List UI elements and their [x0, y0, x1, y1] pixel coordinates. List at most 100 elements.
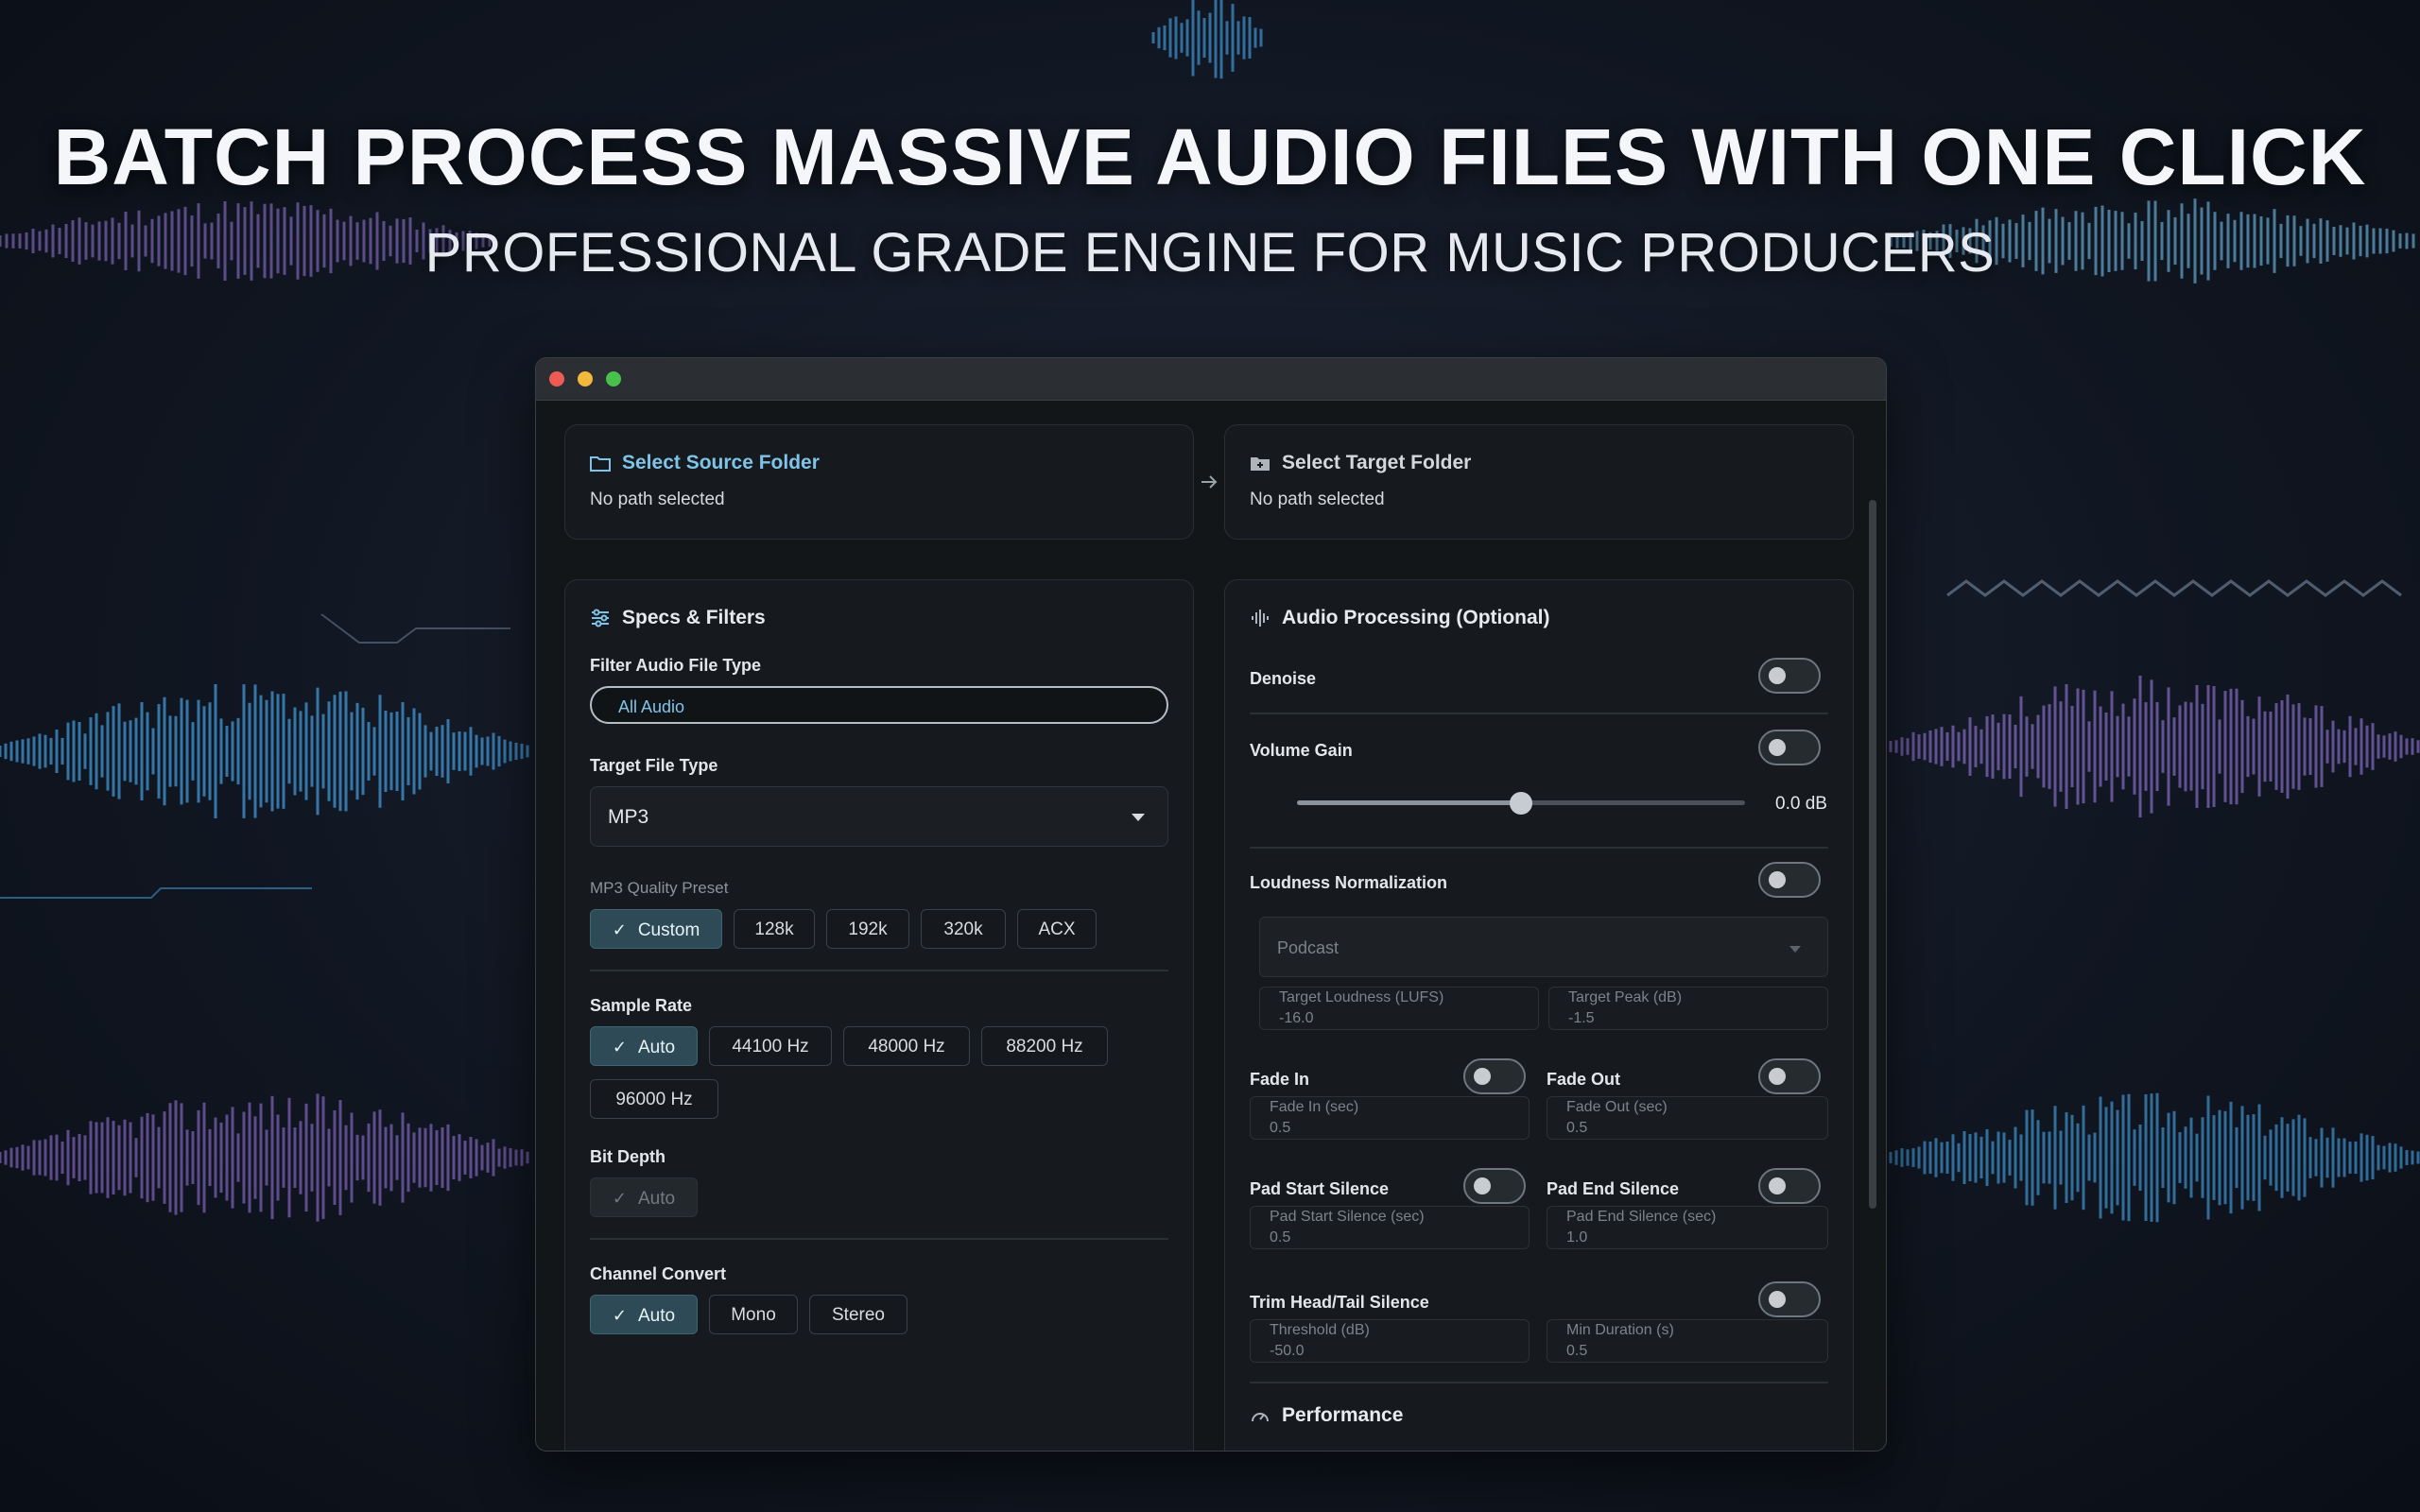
pad-start-label: Pad Start Silence — [1250, 1179, 1390, 1198]
minimize-window-button[interactable] — [578, 371, 593, 387]
target-folder-button[interactable]: Select Target Folder — [1250, 452, 1471, 474]
toggle-knob — [1769, 871, 1786, 888]
sample-rate-chip-48000[interactable]: 48000 Hz — [843, 1026, 970, 1066]
threshold-field[interactable]: Threshold (dB) -50.0 — [1250, 1319, 1530, 1363]
trim-silence-label: Trim Head/Tail Silence — [1250, 1293, 1429, 1312]
waveform-icon — [1252, 610, 1269, 627]
field-value: 0.5 — [1270, 1229, 1291, 1246]
maximize-window-button[interactable] — [606, 371, 621, 387]
filter-type-label: Filter Audio File Type — [590, 656, 762, 675]
source-folder-card[interactable]: Select Source Folder No path selected — [564, 424, 1194, 540]
volume-value: 0.0 dB — [1775, 794, 1827, 814]
chevron-down-icon — [1132, 814, 1145, 821]
channel-convert-label: Channel Convert — [590, 1264, 727, 1283]
app-window: Select Source Folder No path selected Se… — [535, 357, 1887, 1452]
chip-label: Auto — [638, 1306, 676, 1326]
sliders-icon — [592, 609, 609, 627]
target-folder-card[interactable]: Select Target Folder No path selected — [1224, 424, 1854, 540]
audio-processing-title: Audio Processing (Optional) — [1250, 607, 1550, 629]
toggle-knob — [1769, 667, 1786, 684]
target-peak-field[interactable]: Target Peak (dB) -1.5 — [1548, 987, 1828, 1030]
specs-filters-card: Specs & Filters Filter Audio File Type A… — [564, 579, 1194, 1451]
pad-end-toggle[interactable] — [1758, 1168, 1821, 1204]
pad-start-toggle[interactable] — [1463, 1168, 1526, 1204]
target-path: No path selected — [1250, 490, 1385, 509]
source-path: No path selected — [590, 490, 725, 509]
target-folder-label: Select Target Folder — [1282, 452, 1472, 473]
divider — [1250, 713, 1828, 714]
filter-type-input[interactable]: All Audio — [590, 686, 1168, 724]
chip-label: Custom — [637, 920, 700, 940]
chip-label: Auto — [638, 1038, 676, 1057]
loudness-preset-value: Podcast — [1277, 938, 1340, 957]
source-folder-button[interactable]: Select Source Folder — [590, 452, 820, 474]
quality-chip-192k[interactable]: 192k — [826, 909, 909, 949]
field-label: Target Peak (dB) — [1568, 989, 1683, 1005]
fade-out-field[interactable]: Fade Out (sec) 0.5 — [1547, 1096, 1828, 1140]
quality-chip-acx[interactable]: ACX — [1017, 909, 1097, 949]
target-type-select[interactable]: MP3 — [590, 786, 1168, 847]
field-label: Pad End Silence (sec) — [1566, 1209, 1717, 1225]
arrow-right-icon — [1201, 475, 1218, 489]
loudness-label: Loudness Normalization — [1250, 873, 1448, 892]
quality-chip-128k[interactable]: 128k — [734, 909, 815, 949]
folder-icon — [590, 456, 611, 472]
specs-filters-title: Specs & Filters — [590, 607, 766, 629]
sample-rate-chip-44100[interactable]: 44100 Hz — [709, 1026, 832, 1066]
gauge-icon — [1252, 1413, 1269, 1422]
specs-title-label: Specs & Filters — [622, 607, 766, 628]
source-folder-label: Select Source Folder — [622, 452, 820, 473]
volume-slider-thumb[interactable] — [1510, 792, 1532, 815]
sample-rate-chip-auto[interactable]: ✓ Auto — [590, 1026, 698, 1066]
trim-silence-toggle[interactable] — [1758, 1281, 1821, 1317]
quality-chip-320k[interactable]: 320k — [921, 909, 1006, 949]
field-label: Target Loudness (LUFS) — [1279, 989, 1444, 1005]
scrollbar[interactable] — [1869, 500, 1876, 1209]
fade-in-field[interactable]: Fade In (sec) 0.5 — [1250, 1096, 1530, 1140]
field-value: 0.5 — [1566, 1120, 1588, 1136]
field-label: Pad Start Silence (sec) — [1270, 1209, 1425, 1225]
toggle-knob — [1474, 1068, 1491, 1085]
hero-subtitle: PROFESSIONAL GRADE ENGINE FOR MUSIC PROD… — [424, 222, 1996, 284]
denoise-toggle[interactable] — [1758, 658, 1821, 694]
check-icon: ✓ — [612, 1038, 627, 1057]
sample-rate-label: Sample Rate — [590, 996, 693, 1015]
quality-preset-label: MP3 Quality Preset — [590, 879, 729, 897]
bit-depth-label: Bit Depth — [590, 1147, 666, 1166]
performance-title: Performance — [1250, 1404, 1403, 1427]
field-value: 1.0 — [1566, 1229, 1588, 1246]
volume-gain-toggle[interactable] — [1758, 730, 1821, 765]
field-value: -1.5 — [1568, 1010, 1595, 1026]
chip-label: Auto — [638, 1189, 676, 1209]
hero-title: BATCH PROCESS MASSIVE AUDIO FILES WITH O… — [53, 112, 2367, 201]
check-icon: ✓ — [612, 1189, 627, 1208]
min-duration-field[interactable]: Min Duration (s) 0.5 — [1547, 1319, 1828, 1363]
toggle-knob — [1769, 1177, 1786, 1194]
denoise-label: Denoise — [1250, 669, 1317, 688]
loudness-preset-select[interactable]: Podcast — [1259, 917, 1828, 977]
channel-chip-stereo[interactable]: Stereo — [809, 1295, 908, 1334]
target-type-value: MP3 — [608, 806, 649, 828]
channel-chip-mono[interactable]: Mono — [709, 1295, 798, 1334]
target-loudness-field[interactable]: Target Loudness (LUFS) -16.0 — [1259, 987, 1539, 1030]
sample-rate-chip-96000[interactable]: 96000 Hz — [590, 1079, 718, 1119]
divider — [590, 970, 1168, 971]
fade-in-toggle[interactable] — [1463, 1058, 1526, 1094]
sample-rate-chip-88200[interactable]: 88200 Hz — [981, 1026, 1108, 1066]
field-value: -50.0 — [1270, 1343, 1305, 1359]
title-bar — [536, 358, 1886, 401]
fade-out-toggle[interactable] — [1758, 1058, 1821, 1094]
quality-chip-custom[interactable]: ✓ Custom — [590, 909, 722, 949]
bit-depth-chip-auto[interactable]: ✓ Auto — [590, 1177, 698, 1217]
pad-start-field[interactable]: Pad Start Silence (sec) 0.5 — [1250, 1206, 1530, 1249]
field-label: Fade In (sec) — [1270, 1099, 1359, 1115]
pad-end-field[interactable]: Pad End Silence (sec) 1.0 — [1547, 1206, 1828, 1249]
loudness-toggle[interactable] — [1758, 862, 1821, 898]
channel-chip-auto[interactable]: ✓ Auto — [590, 1295, 698, 1334]
close-window-button[interactable] — [549, 371, 564, 387]
field-label: Fade Out (sec) — [1566, 1099, 1668, 1115]
fade-in-label: Fade In — [1250, 1070, 1310, 1089]
divider — [1250, 1382, 1828, 1383]
target-type-label: Target File Type — [590, 756, 718, 775]
toggle-knob — [1769, 1291, 1786, 1308]
